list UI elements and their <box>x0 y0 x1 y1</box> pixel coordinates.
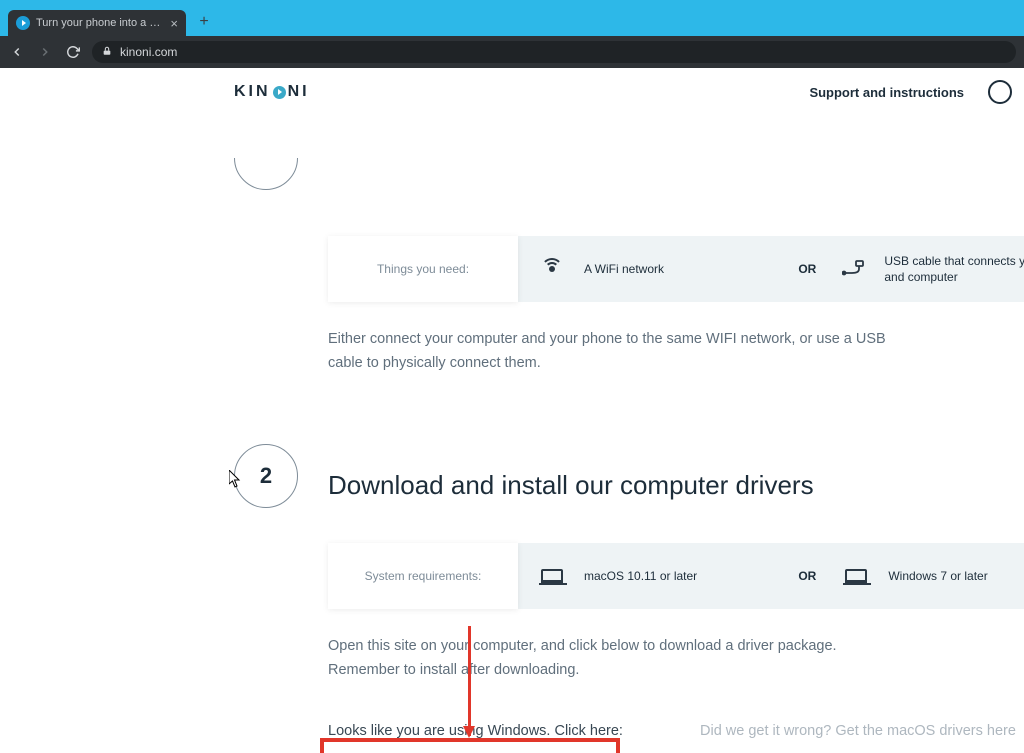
req-label: Things you need: <box>328 236 518 302</box>
wrong-os-prompt: Did we get it wrong? Get the macOS drive… <box>700 723 1016 739</box>
or-label-2: OR <box>792 543 822 609</box>
wifi-text: A WiFi network <box>584 262 664 276</box>
wifi-icon <box>538 259 566 279</box>
step2-body: Open this site on your computer, and cli… <box>328 635 888 683</box>
new-tab-button[interactable]: + <box>192 10 216 34</box>
lock-icon <box>102 45 112 60</box>
site-header: KINNI Support and instructions <box>0 80 1024 104</box>
page-content: KINNI Support and instructions Things yo… <box>0 68 1024 753</box>
nav-support-link[interactable]: Support and instructions <box>809 85 964 100</box>
win-text: Windows 7 or later <box>888 569 987 583</box>
step2-requirements: System requirements: macOS 10.11 or late… <box>328 543 1024 609</box>
usb-text: USB cable that connects your phone and c… <box>884 253 1024 285</box>
tab-title: Turn your phone into a wireless w <box>36 17 164 29</box>
address-bar: kinoni.com <box>0 36 1024 68</box>
url-field[interactable]: kinoni.com <box>92 41 1016 63</box>
logo[interactable]: KINNI <box>234 83 310 101</box>
window-titlebar <box>0 0 1024 8</box>
step1-body: Either connect your computer and your ph… <box>328 328 888 376</box>
browser-tab[interactable]: Turn your phone into a wireless w × <box>8 10 186 36</box>
favicon-icon <box>16 16 30 30</box>
laptop-icon <box>538 566 566 586</box>
step1-requirements: Things you need: A WiFi network OR USB c… <box>328 236 1024 302</box>
logo-play-icon <box>273 86 286 99</box>
reload-button[interactable] <box>64 43 82 61</box>
mac-text: macOS 10.11 or later <box>584 569 697 583</box>
url-text: kinoni.com <box>120 45 177 59</box>
back-button[interactable] <box>8 43 26 61</box>
step-2-title: Download and install our computer driver… <box>328 462 1024 501</box>
req-label-2: System requirements: <box>328 543 518 609</box>
globe-icon[interactable] <box>988 80 1012 104</box>
step-2-circle: 2 <box>234 444 298 508</box>
windows-prompt: Looks like you are using Windows. Click … <box>328 723 628 739</box>
forward-button[interactable] <box>36 43 54 61</box>
or-label: OR <box>792 236 822 302</box>
tab-strip: Turn your phone into a wireless w × + <box>0 8 1024 36</box>
laptop-icon-2 <box>842 566 870 586</box>
close-icon[interactable]: × <box>170 16 178 31</box>
usb-icon <box>842 260 866 278</box>
